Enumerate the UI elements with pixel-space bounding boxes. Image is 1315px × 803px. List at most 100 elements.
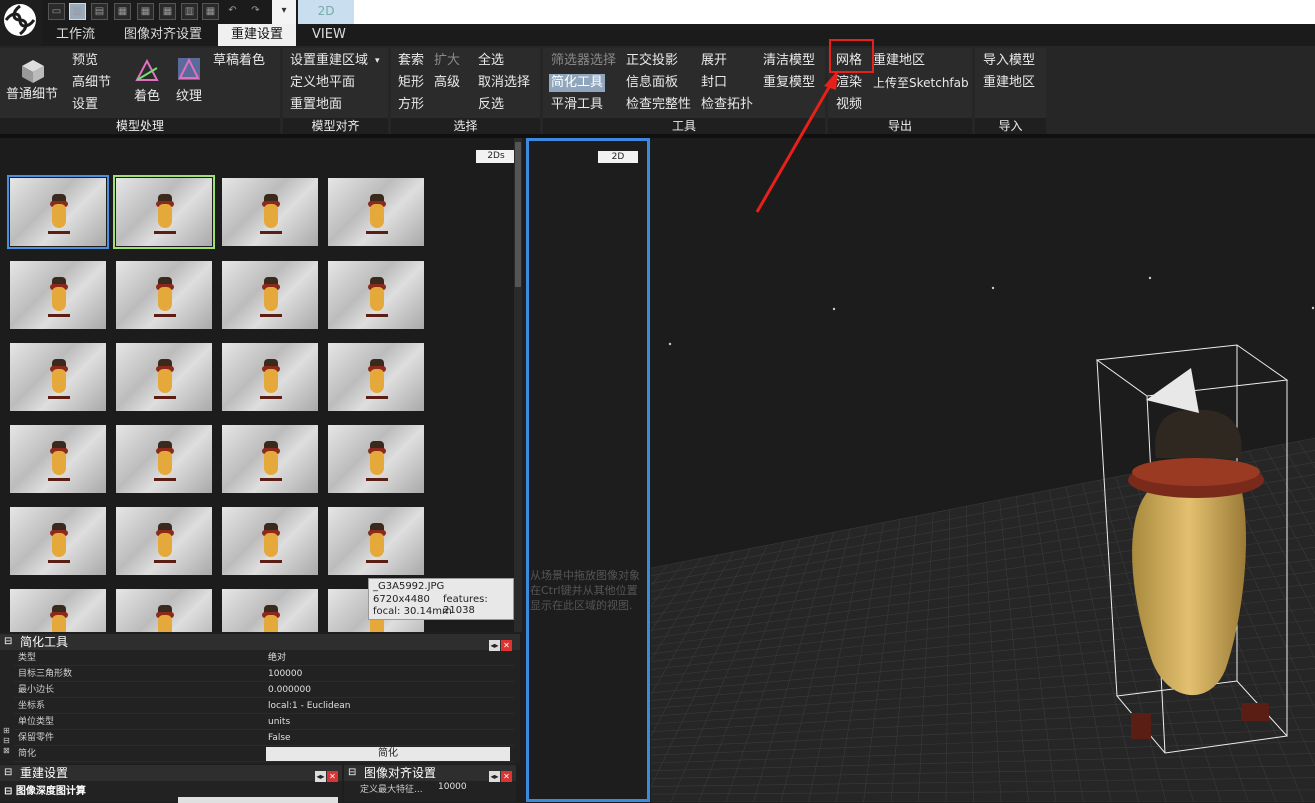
prop-value[interactable]: 10000 [438,782,467,792]
close-icon[interactable]: ✕ [501,771,512,782]
image-thumbnail[interactable] [328,425,424,493]
prop-row[interactable]: 最小边长 0.000000 [14,682,514,698]
tab-image-align[interactable]: 图像对齐设置 [118,24,208,46]
video-button[interactable]: 视频 [834,96,864,114]
clean-model-button[interactable]: 清洁模型 [761,52,817,70]
collapse-icon[interactable]: ⊟ [348,765,356,781]
image-thumbnail[interactable] [10,589,106,632]
2d-view-panel[interactable] [526,138,650,802]
box-button[interactable]: 方形 [396,96,426,114]
texture-button[interactable]: 纹理 [174,88,204,106]
image-thumbnail[interactable] [222,178,318,246]
image-thumbnail[interactable] [10,425,106,493]
image-thumbnail[interactable] [116,589,212,632]
view-tab-2d[interactable]: 2D [298,0,354,24]
filter-select-button[interactable]: 筛选器选择 [549,52,618,70]
image-thumbnail[interactable] [328,507,424,575]
quick-access-dropdown[interactable]: ▾ [272,0,296,24]
check-integrity-button[interactable]: 检查完整性 [624,96,693,114]
tab-view[interactable]: VIEW [306,24,352,46]
prop-value[interactable]: 0.000000 [268,682,311,698]
image-thumbnail[interactable] [116,261,212,329]
normal-detail-button[interactable]: 普通细节 [4,86,60,104]
section-header[interactable]: ⊟ 图像深度图计算 [4,782,86,797]
set-region-dropdown-icon[interactable]: ▾ [373,52,382,70]
layout-icon-6[interactable]: ▦ [159,3,176,20]
image-thumbnail[interactable] [328,261,424,329]
scrollbar-thumb[interactable] [515,142,521,287]
image-thumbnail[interactable] [222,425,318,493]
expand-button[interactable]: 扩大 [432,52,462,70]
sketchfab-button[interactable]: 上传至Sketchfab [871,74,971,92]
advanced-button[interactable]: 高级 [432,74,462,92]
image-thumbnail[interactable] [222,343,318,411]
image-thumbnail[interactable] [10,343,106,411]
info-panel-button[interactable]: 信息面板 [624,74,680,92]
layout-icon-7[interactable]: ▥ [181,3,198,20]
ortho-button[interactable]: 正交投影 [624,52,680,70]
undo-icon[interactable]: ↶ [224,3,241,20]
simplify-action-button[interactable]: 简化 [266,747,510,761]
duplicate-model-button[interactable]: 重复模型 [761,74,817,92]
image-thumbnail[interactable] [10,261,106,329]
image-thumbnail[interactable] [222,507,318,575]
restore-icon[interactable]: ◂▸ [315,771,326,782]
image-thumbnail[interactable] [7,175,109,249]
close-holes-button[interactable]: 封口 [699,74,729,92]
restore-icon[interactable]: ◂▸ [489,771,500,782]
settings-button[interactable]: 设置 [70,96,100,114]
collapse-icon[interactable]: ⊟ [4,765,12,781]
prop-value[interactable]: 绝对 [268,650,286,666]
layout-icon-1[interactable]: ▭ [48,3,65,20]
image-thumbnail[interactable] [222,589,318,632]
check-topology-button[interactable]: 检查拓扑 [699,96,755,114]
preview-button[interactable]: 预览 [70,52,100,70]
prop-value[interactable]: units [268,714,290,730]
image-thumbnail[interactable] [10,507,106,575]
rect-button[interactable]: 矩形 [396,74,426,92]
lasso-button[interactable]: 套索 [396,52,426,70]
app-logo[interactable] [0,0,42,46]
simplify-button[interactable]: 简化工具 [549,74,606,92]
render-button[interactable]: 渲染 [834,74,864,92]
prop-value[interactable]: 100000 [268,666,302,682]
tab-reconstruction[interactable]: 重建设置 [218,24,296,46]
smooth-button[interactable]: 平滑工具 [549,96,605,114]
image-thumbnail[interactable] [116,507,212,575]
image-thumbnail[interactable] [116,425,212,493]
reset-ground-button[interactable]: 重置地面 [288,96,344,114]
import-model-button[interactable]: 导入模型 [981,52,1037,70]
tab-workflow[interactable]: 工作流 [50,24,101,46]
3d-viewport[interactable] [651,138,1315,802]
select-button[interactable] [178,797,338,803]
layout-icon-4[interactable]: ▦ [114,3,131,20]
prop-row[interactable]: 坐标系 local:1 - Euclidean [14,698,514,714]
collapse-icon[interactable]: ⊟ [4,634,12,650]
prop-value[interactable]: local:1 - Euclidean [268,698,351,714]
export-region-button[interactable]: 重建地区 [871,52,927,70]
prop-row[interactable]: 类型 绝对 [14,650,514,666]
prop-value[interactable]: False [268,730,291,746]
image-thumbnail[interactable] [116,343,212,411]
prop-row[interactable]: 保留零件 False [14,730,514,746]
side-expand-icons[interactable]: ⊞ ⊟ ⊠ [3,726,10,756]
import-region-button[interactable]: 重建地区 [981,74,1037,92]
layout-icon-2[interactable]: ▥ [69,3,86,20]
define-ground-button[interactable]: 定义地平面 [288,74,357,92]
prop-row[interactable]: 单位类型 units [14,714,514,730]
select-all-button[interactable]: 全选 [476,52,506,70]
image-thumbnail[interactable] [113,175,215,249]
prop-row[interactable]: 目标三角形数 100000 [14,666,514,682]
layout-icon-8[interactable]: ▦ [202,3,219,20]
draft-color-button[interactable]: 草稿着色 [211,52,267,70]
image-thumbnail[interactable] [222,261,318,329]
image-thumbnail[interactable] [328,178,424,246]
image-thumbnail[interactable] [328,343,424,411]
layout-icon-5[interactable]: ▦ [137,3,154,20]
close-icon[interactable]: ✕ [327,771,338,782]
deselect-button[interactable]: 取消选择 [476,74,532,92]
unwrap-button[interactable]: 展开 [699,52,729,70]
redo-icon[interactable]: ↷ [247,3,264,20]
layout-icon-3[interactable]: ▤ [91,3,108,20]
high-detail-button[interactable]: 高细节 [70,74,113,92]
